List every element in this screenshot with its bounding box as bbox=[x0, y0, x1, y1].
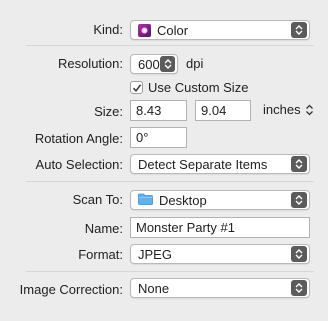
name-value: Monster Party #1 bbox=[136, 220, 235, 235]
rotation-field[interactable]: 0° bbox=[130, 127, 187, 148]
popup-arrows-icon bbox=[159, 56, 175, 72]
name-label: Name: bbox=[84, 221, 123, 236]
size-height-field[interactable]: 9.04 bbox=[195, 100, 251, 121]
auto-selection-popup[interactable]: Detect Separate Items bbox=[130, 154, 310, 174]
scan-to-value: Desktop bbox=[159, 192, 207, 208]
folder-icon bbox=[138, 193, 153, 208]
kind-label: Kind: bbox=[93, 22, 123, 37]
scan-to-label: Scan To: bbox=[72, 192, 123, 207]
custom-size-label: Use Custom Size bbox=[148, 80, 249, 95]
format-popup[interactable]: JPEG bbox=[130, 244, 310, 264]
scan-to-popup[interactable]: Desktop bbox=[130, 190, 310, 210]
popup-arrows-icon bbox=[291, 246, 307, 262]
size-units-popup[interactable]: inches bbox=[263, 102, 314, 117]
resolution-value: 600 bbox=[138, 56, 160, 72]
kind-value: Color bbox=[157, 22, 189, 38]
auto-selection-label: Auto Selection: bbox=[35, 157, 123, 172]
popup-arrows-icon bbox=[291, 156, 307, 172]
rotation-value: 0° bbox=[136, 130, 149, 145]
size-width-field[interactable]: 8.43 bbox=[130, 100, 187, 121]
popup-arrows-icon bbox=[291, 192, 307, 208]
format-value: JPEG bbox=[138, 246, 172, 262]
image-correction-label: Image Correction: bbox=[19, 282, 123, 297]
name-field[interactable]: Monster Party #1 bbox=[130, 217, 310, 238]
color-swatch-icon bbox=[138, 23, 151, 37]
chevron-updown-icon bbox=[305, 104, 313, 115]
size-width-value: 8.43 bbox=[136, 103, 162, 118]
divider bbox=[26, 181, 314, 182]
format-label: Format: bbox=[78, 247, 123, 262]
resolution-unit: dpi bbox=[186, 56, 204, 71]
resolution-popup[interactable]: 600 bbox=[130, 54, 178, 74]
popup-arrows-icon bbox=[291, 22, 307, 38]
resolution-label: Resolution: bbox=[57, 56, 123, 71]
divider bbox=[26, 271, 314, 272]
kind-popup[interactable]: Color bbox=[130, 20, 310, 40]
size-label: Size: bbox=[94, 104, 123, 119]
size-height-value: 9.04 bbox=[201, 103, 227, 118]
popup-arrows-icon bbox=[291, 280, 307, 296]
rotation-label: Rotation Angle: bbox=[34, 131, 123, 146]
auto-selection-value: Detect Separate Items bbox=[138, 156, 268, 172]
custom-size-checkbox[interactable] bbox=[130, 81, 143, 94]
divider bbox=[26, 45, 314, 46]
size-units-value: inches bbox=[263, 102, 301, 117]
image-correction-popup[interactable]: None bbox=[130, 278, 310, 298]
image-correction-value: None bbox=[138, 280, 170, 296]
